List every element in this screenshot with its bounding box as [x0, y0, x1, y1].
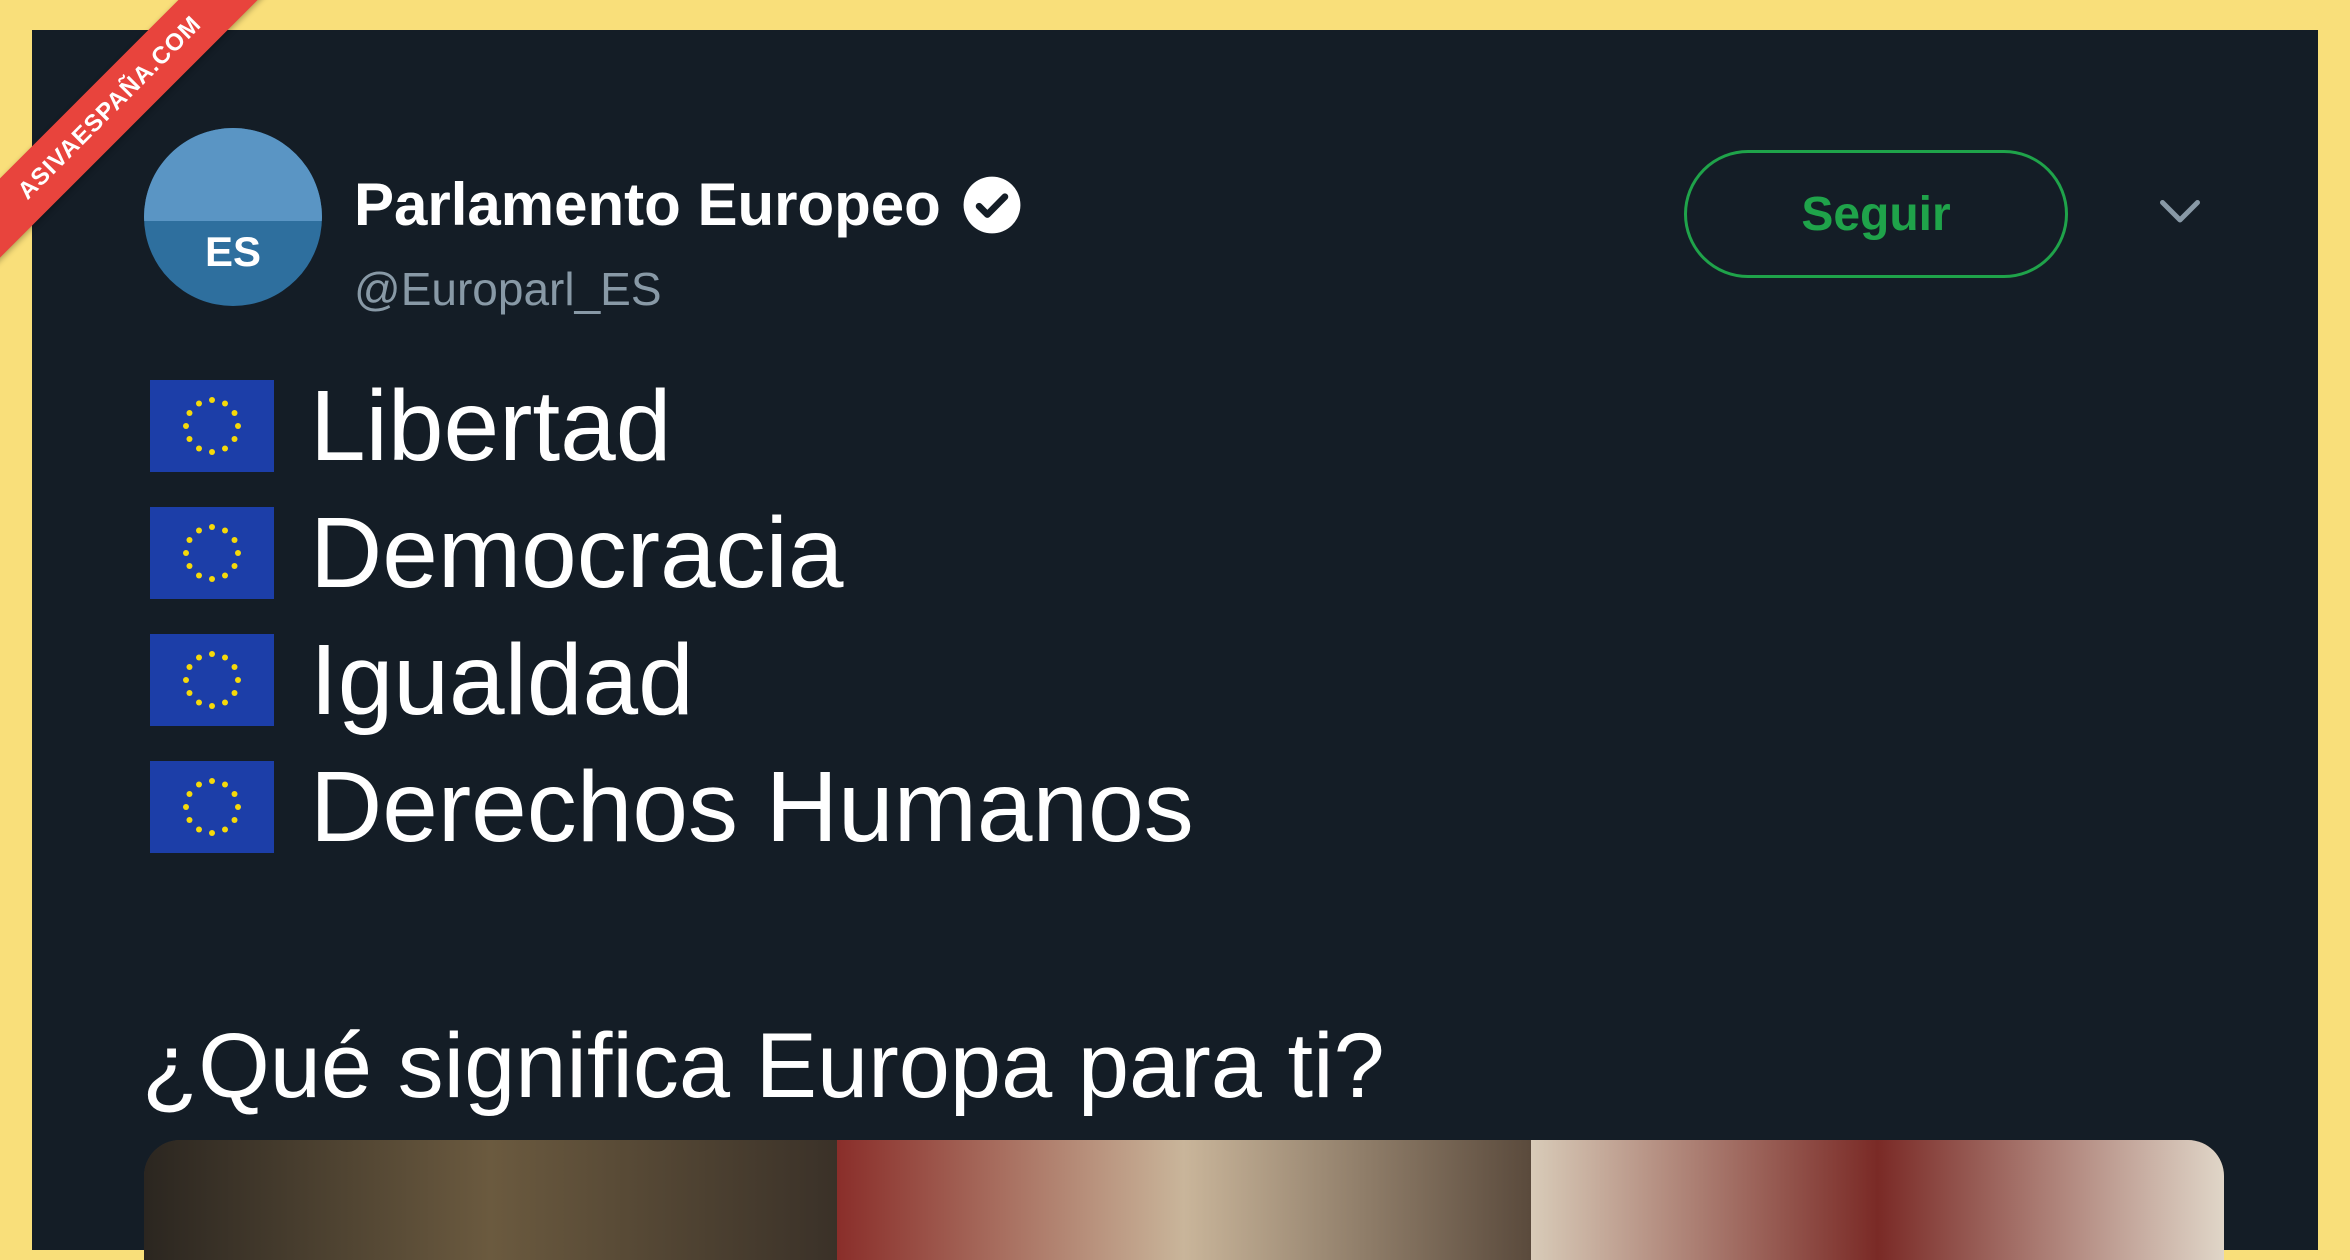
- eu-stars-ring: [183, 651, 241, 709]
- eu-star: [186, 410, 193, 416]
- eu-star: [222, 400, 228, 407]
- eu-star: [222, 826, 228, 833]
- eu-star: [196, 527, 202, 534]
- eu-flag-icon: [150, 380, 274, 472]
- chevron-down-icon[interactable]: [2150, 180, 2210, 240]
- media-panel: [1530, 1140, 2224, 1260]
- eu-star: [183, 677, 189, 683]
- eu-star: [222, 445, 228, 452]
- follow-button[interactable]: Seguir: [1684, 150, 2068, 278]
- value-line-igualdad: Igualdad: [150, 630, 694, 730]
- eu-star: [186, 690, 193, 696]
- avatar-label: ES: [204, 228, 262, 275]
- eu-stars-ring: [183, 524, 241, 582]
- media-panel: [837, 1140, 1531, 1260]
- eu-star: [209, 524, 215, 530]
- eu-star: [186, 563, 193, 569]
- eu-star: [196, 400, 202, 407]
- eu-star: [235, 423, 241, 429]
- eu-star: [186, 791, 193, 797]
- eu-stars-ring: [183, 397, 241, 455]
- tweet-card: ES Parlamento Europeo @Europarl_ES Segui…: [32, 30, 2318, 1260]
- author-name[interactable]: Parlamento Europeo: [354, 170, 941, 239]
- eu-star: [186, 817, 193, 823]
- eu-star: [196, 572, 202, 579]
- eu-star: [196, 654, 202, 661]
- eu-star: [231, 410, 238, 416]
- eu-star: [222, 699, 228, 706]
- eu-star: [183, 423, 189, 429]
- eu-star: [186, 664, 193, 670]
- eu-star: [196, 699, 202, 706]
- verified-badge-icon: [963, 176, 1021, 233]
- eu-flag-icon: [150, 634, 274, 726]
- value-line-democracia: Democracia: [150, 503, 844, 603]
- eu-star: [183, 804, 189, 810]
- author-handle[interactable]: @Europarl_ES: [354, 262, 662, 316]
- tweet-question: ¿Qué significa Europa para ti?: [142, 1015, 1385, 1117]
- eu-star: [231, 664, 238, 670]
- value-text: Derechos Humanos: [310, 751, 1194, 863]
- eu-star: [209, 830, 215, 836]
- value-line-libertad: Libertad: [150, 376, 671, 476]
- eu-flag-icon: [150, 507, 274, 599]
- eu-star: [209, 449, 215, 455]
- eu-star: [235, 804, 241, 810]
- eu-star: [209, 397, 215, 403]
- eu-star: [196, 826, 202, 833]
- eu-star: [209, 703, 215, 709]
- value-text: Libertad: [310, 370, 672, 482]
- eu-star: [235, 550, 241, 556]
- media-panel: [144, 1140, 838, 1260]
- eu-stars-ring: [183, 778, 241, 836]
- eu-star: [222, 781, 228, 788]
- eu-star: [209, 576, 215, 582]
- eu-star: [231, 563, 238, 569]
- eu-star: [231, 537, 238, 543]
- avatar-building-graphic: [144, 128, 322, 221]
- value-line-derechos-humanos: Derechos Humanos: [150, 757, 1194, 857]
- tweet-media-image[interactable]: [144, 1140, 2224, 1260]
- eu-star: [209, 651, 215, 657]
- author-name-row[interactable]: Parlamento Europeo: [354, 170, 1023, 239]
- eu-star: [186, 537, 193, 543]
- eu-star: [186, 436, 193, 442]
- value-text: Igualdad: [310, 624, 694, 736]
- eu-star: [222, 527, 228, 534]
- eu-star: [196, 781, 202, 788]
- eu-flag-icon: [150, 761, 274, 853]
- eu-star: [235, 677, 241, 683]
- eu-star: [196, 445, 202, 452]
- eu-star: [231, 817, 238, 823]
- eu-star: [231, 436, 238, 442]
- value-text: Democracia: [310, 497, 844, 609]
- avatar[interactable]: ES: [144, 128, 322, 306]
- eu-star: [231, 690, 238, 696]
- eu-star: [209, 778, 215, 784]
- eu-star: [231, 791, 238, 797]
- eu-star: [222, 654, 228, 661]
- eu-star: [222, 572, 228, 579]
- eu-star: [183, 550, 189, 556]
